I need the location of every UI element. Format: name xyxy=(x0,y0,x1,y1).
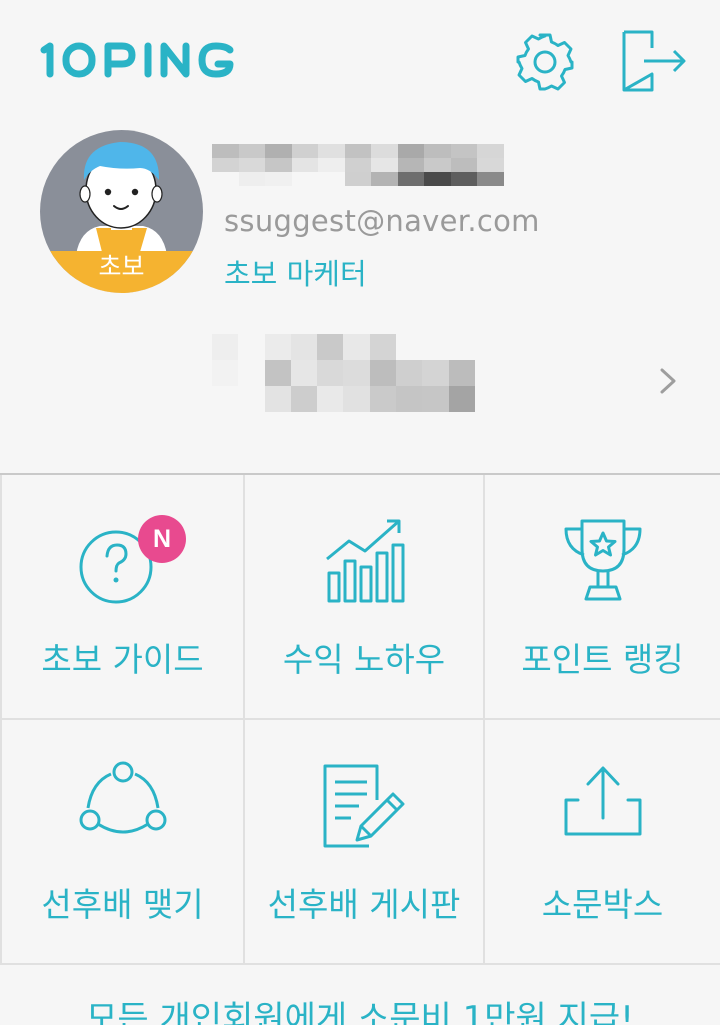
blurred-username xyxy=(212,144,530,186)
profile-section[interactable]: 초보 ssuggest@naver.com 초보 마케터 xyxy=(0,120,720,475)
menu-grid: N 초보 가이드 수익 노하우 포인트 랭킹 선후배 맺기 선후배 게시판 소문… xyxy=(0,475,720,965)
menu-item-label: 초보 가이드 xyxy=(41,640,204,679)
menu-item-label: 소문박스 xyxy=(541,885,664,924)
share-network-icon xyxy=(79,761,166,834)
menu-item-rumor-box[interactable]: 소문박스 xyxy=(485,720,720,965)
menu-item-mentor-link[interactable]: 선후배 맺기 xyxy=(0,720,245,965)
trophy-icon xyxy=(564,519,641,601)
logout-icon xyxy=(622,30,686,92)
promo-banner-text: 모든 개인회원에게 소문비 1만원 지급! xyxy=(86,999,634,1025)
menu-item-label: 선후배 게시판 xyxy=(267,885,461,924)
menu-item-earning-knowhow[interactable]: 수익 노하우 xyxy=(245,475,485,720)
logout-button[interactable] xyxy=(622,30,688,94)
menu-item-point-ranking[interactable]: 포인트 랭킹 xyxy=(485,475,720,720)
blurred-account-info xyxy=(212,334,475,412)
app-header xyxy=(0,0,720,120)
user-email: ssuggest@naver.com xyxy=(224,204,540,238)
menu-item-beginner-guide[interactable]: N 초보 가이드 xyxy=(0,475,245,720)
chevron-right-icon[interactable] xyxy=(658,366,678,396)
edit-document-icon xyxy=(323,764,405,848)
avatar-grade-badge: 초보 xyxy=(40,251,203,293)
new-badge: N xyxy=(138,515,186,563)
settings-button[interactable] xyxy=(514,31,576,93)
bar-chart-up-icon xyxy=(326,519,405,603)
upload-icon xyxy=(564,766,641,836)
menu-item-label: 선후배 맺기 xyxy=(41,885,204,924)
tenping-logo xyxy=(40,42,234,78)
gear-icon xyxy=(516,33,574,91)
promo-banner[interactable]: 모든 개인회원에게 소문비 1만원 지급! xyxy=(0,965,720,1025)
avatar[interactable]: 초보 xyxy=(40,130,203,293)
menu-item-label: 수익 노하우 xyxy=(282,640,446,679)
menu-item-label: 포인트 랭킹 xyxy=(521,640,684,679)
menu-item-mentor-board[interactable]: 선후배 게시판 xyxy=(245,720,485,965)
user-grade-label: 초보 마케터 xyxy=(224,257,367,291)
